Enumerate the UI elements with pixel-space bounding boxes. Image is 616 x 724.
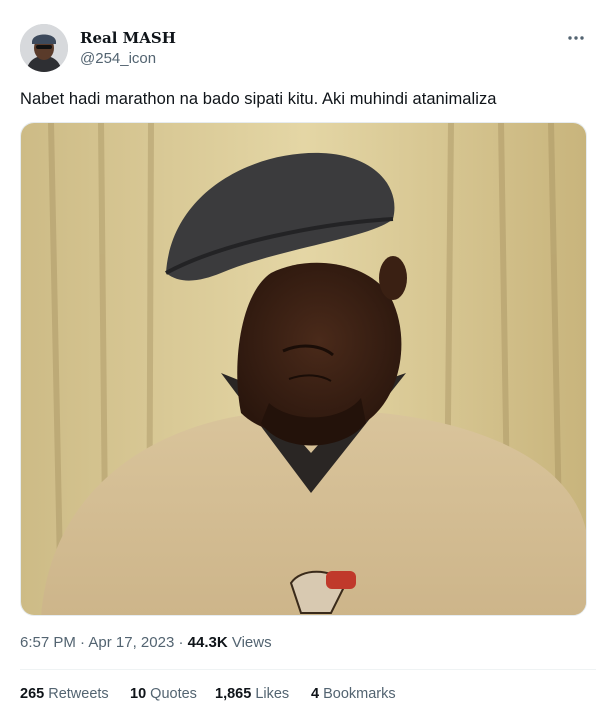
tweet-card: Real MASH @254_icon Nabet hadi marathon …	[0, 0, 616, 724]
retweets-stat[interactable]: 265 Retweets	[20, 686, 109, 702]
quotes-stat[interactable]: 10 Quotes	[130, 686, 197, 702]
bookmarks-count: 4	[311, 686, 320, 702]
bookmarks-stat[interactable]: 4 Bookmarks	[311, 686, 396, 702]
views-label: Views	[231, 634, 272, 651]
more-dots-icon	[568, 36, 584, 40]
meta-separator: ·	[80, 634, 86, 651]
divider	[20, 669, 596, 670]
views-count: 44.3K	[187, 634, 228, 651]
tweet-timestamp-views: 6:57 PM · Apr 17, 2023 · 44.3K Views	[20, 634, 272, 651]
quotes-label: Quotes	[150, 686, 197, 702]
likes-label: Likes	[255, 686, 290, 702]
likes-stat[interactable]: 1,865 Likes	[215, 686, 289, 702]
author-handle[interactable]: @254_icon	[80, 50, 156, 67]
author-avatar[interactable]	[20, 24, 68, 72]
retweets-label: Retweets	[48, 686, 109, 702]
quotes-count: 10	[130, 686, 147, 702]
bookmarks-label: Bookmarks	[323, 686, 396, 702]
tweet-media-photo[interactable]	[20, 122, 587, 616]
tweet-text: Nabet hadi marathon na bado sipati kitu.…	[20, 90, 497, 108]
meta-separator: ·	[178, 634, 184, 651]
retweets-count: 265	[20, 686, 45, 702]
likes-count: 1,865	[215, 686, 252, 702]
tweet-time[interactable]: 6:57 PM	[20, 634, 76, 651]
media-image	[21, 123, 586, 615]
more-options-button[interactable]	[560, 24, 592, 52]
author-name[interactable]: Real MASH	[80, 29, 176, 47]
avatar-image	[20, 24, 68, 72]
tweet-date[interactable]: Apr 17, 2023	[88, 634, 174, 651]
